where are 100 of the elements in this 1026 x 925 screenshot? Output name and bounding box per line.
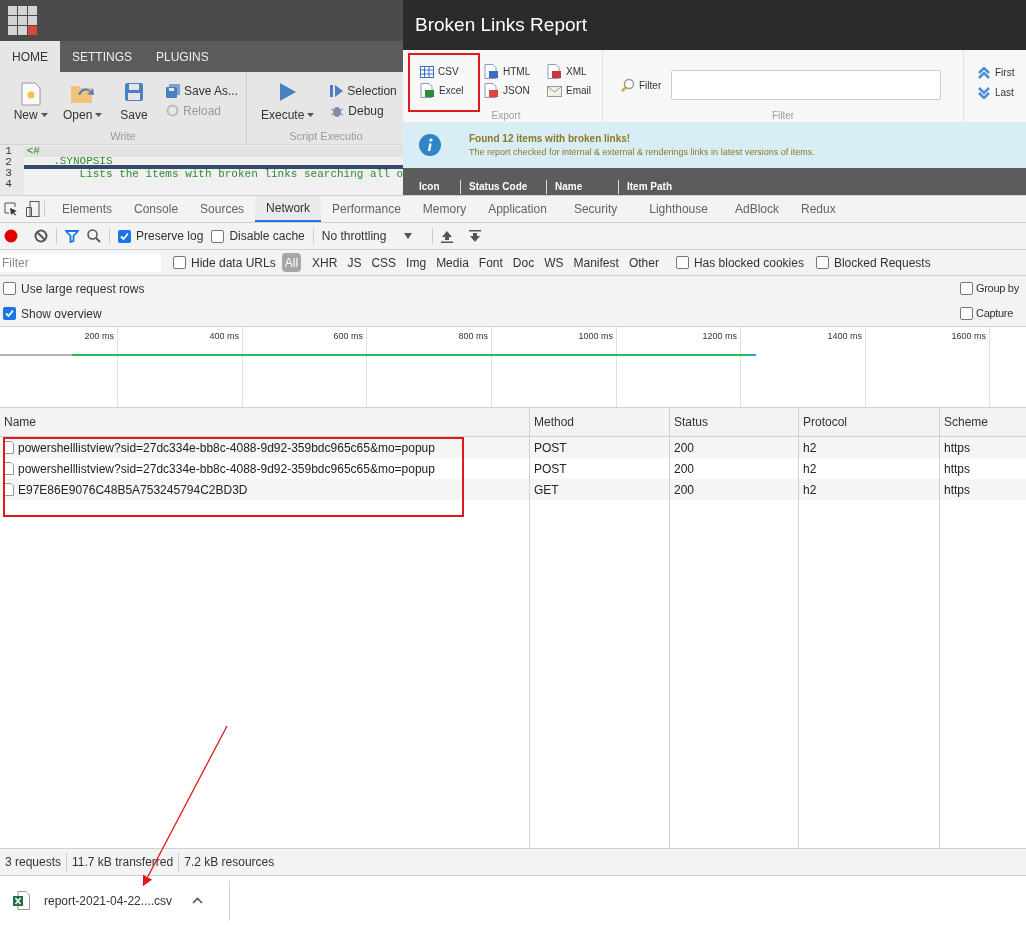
button-label: Save As... bbox=[183, 82, 238, 100]
group-label: Script Executio bbox=[288, 128, 364, 144]
export-button[interactable]: Email bbox=[547, 83, 597, 98]
ribbon-button[interactable]: Selection bbox=[330, 82, 397, 99]
throttling-dropdown[interactable]: No throttling bbox=[321, 227, 418, 245]
export-button[interactable]: Excel bbox=[420, 83, 484, 98]
column-header: Status Code bbox=[461, 180, 547, 194]
download-icon[interactable] bbox=[468, 229, 481, 243]
table-cell-text: powershelllistview?sid=27dc334e-bb8c-4088-9d92-359bdc965c65&mo=popup bbox=[18, 460, 435, 478]
upload-icon[interactable] bbox=[440, 229, 453, 243]
ribbon-button[interactable]: Save bbox=[111, 82, 156, 124]
devtools-tab[interactable]: Elements bbox=[51, 196, 124, 222]
play-icon bbox=[278, 82, 297, 102]
export-button[interactable]: HTML bbox=[484, 64, 547, 79]
type-filter-button[interactable]: Manifest bbox=[570, 253, 622, 272]
devtools-tab[interactable]: AdBlock bbox=[723, 196, 790, 222]
ribbon-tab[interactable]: HOME bbox=[0, 41, 60, 72]
filter-field[interactable] bbox=[671, 70, 942, 100]
devtools-tab[interactable]: Lighthouse bbox=[633, 196, 724, 222]
column-header[interactable]: Scheme bbox=[940, 408, 1026, 436]
ribbon-button[interactable]: New bbox=[8, 82, 54, 124]
checkbox[interactable] bbox=[960, 282, 973, 295]
column-header[interactable]: Status bbox=[670, 408, 799, 436]
ribbon-button[interactable]: Debug bbox=[330, 102, 397, 119]
button-label: Save bbox=[120, 107, 148, 124]
button-label: Reload bbox=[182, 102, 221, 120]
document-icon bbox=[484, 83, 499, 98]
devtools-tab[interactable]: Console bbox=[123, 196, 190, 222]
ribbon-button[interactable]: Open bbox=[57, 82, 108, 124]
export-button[interactable]: XML bbox=[547, 64, 597, 79]
column-header[interactable]: Protocol bbox=[799, 408, 940, 436]
ribbon-tab[interactable]: SETTINGS bbox=[60, 41, 144, 72]
checkbox[interactable] bbox=[815, 256, 829, 269]
caret-icon bbox=[40, 113, 48, 117]
checkbox[interactable] bbox=[3, 307, 16, 320]
inspect-icon[interactable] bbox=[4, 202, 18, 216]
code-line: <# bbox=[25, 146, 40, 157]
timeline-tick-label: 1600 ms bbox=[951, 330, 987, 341]
table-icon bbox=[420, 65, 434, 78]
checkbox[interactable] bbox=[960, 307, 973, 320]
checkbox[interactable] bbox=[211, 229, 225, 243]
type-filter-button[interactable]: Font bbox=[475, 253, 506, 272]
checkbox-label: Use large request rows bbox=[21, 280, 145, 298]
type-filter-button[interactable]: Doc bbox=[509, 253, 538, 272]
info-icon bbox=[419, 134, 441, 156]
type-filter-button[interactable]: XHR bbox=[309, 253, 341, 272]
type-filter-button[interactable]: Img bbox=[403, 253, 430, 272]
ribbon-tab[interactable]: PLUGINS bbox=[144, 41, 221, 72]
type-filter-button[interactable]: Media bbox=[433, 253, 472, 272]
timeline-tick-label: 200 ms bbox=[84, 330, 115, 341]
devtools-tab[interactable]: Redux bbox=[790, 196, 847, 222]
line-number: 3 bbox=[4, 168, 13, 179]
dropdown-arrow-icon bbox=[404, 233, 413, 239]
type-filter-button[interactable]: WS bbox=[541, 253, 567, 272]
caret-icon bbox=[95, 113, 103, 117]
nav-button[interactable]: Last bbox=[978, 85, 1015, 100]
checkbox[interactable] bbox=[173, 256, 186, 269]
ribbon-button[interactable]: Execute bbox=[255, 82, 321, 124]
export-button[interactable]: CSV bbox=[420, 64, 484, 79]
record-icon[interactable] bbox=[4, 229, 18, 243]
devtools-tab[interactable]: Network bbox=[255, 196, 322, 222]
export-button[interactable]: JSON bbox=[484, 83, 547, 98]
checkbox[interactable] bbox=[118, 229, 131, 243]
checkbox-label: Preserve log bbox=[136, 228, 204, 245]
type-filter-button[interactable]: JS bbox=[344, 253, 365, 272]
filter-icon[interactable] bbox=[65, 229, 79, 243]
document-icon bbox=[484, 64, 499, 79]
column-header[interactable]: Method bbox=[530, 408, 670, 436]
checkbox[interactable] bbox=[3, 282, 16, 295]
clear-icon[interactable] bbox=[34, 229, 48, 243]
devtools-tab[interactable]: Security bbox=[557, 196, 634, 222]
checkbox-label: Hide data URLs bbox=[191, 254, 276, 272]
chevron-up-icon[interactable] bbox=[192, 897, 204, 904]
save-icon bbox=[123, 82, 144, 102]
download-item[interactable]: report-2021-04-22....csv bbox=[0, 880, 230, 921]
search-icon bbox=[621, 78, 635, 92]
table-cell: h2 bbox=[799, 479, 940, 500]
column-header: Icon bbox=[411, 180, 461, 194]
timeline-tick-label: 400 ms bbox=[209, 330, 240, 341]
group-label: Filter bbox=[770, 109, 796, 123]
devtools-tab[interactable]: Sources bbox=[189, 196, 256, 222]
code-line: .SYNOPSIS bbox=[52, 155, 113, 167]
device-icon[interactable] bbox=[26, 201, 40, 217]
devtools-tab[interactable]: Application bbox=[477, 196, 558, 222]
code-line: Lists the items with broken links searching all o bbox=[78, 169, 403, 180]
play-selection-icon bbox=[330, 83, 344, 98]
search-icon[interactable] bbox=[87, 229, 101, 243]
file-name: report-2021-04-22....csv bbox=[44, 892, 173, 910]
file-icon bbox=[4, 441, 14, 454]
type-filter-button[interactable]: CSS bbox=[368, 253, 400, 272]
line-number: 2 bbox=[4, 157, 13, 168]
type-filter-button[interactable]: Other bbox=[625, 253, 662, 272]
filter-field[interactable]: Filter bbox=[0, 253, 161, 272]
devtools-tab[interactable]: Performance bbox=[321, 196, 412, 222]
column-header[interactable]: Name bbox=[0, 408, 530, 436]
ribbon-button[interactable]: Save As... bbox=[165, 82, 238, 99]
checkbox-label: Disable cache bbox=[229, 228, 305, 245]
devtools-tab[interactable]: Memory bbox=[411, 196, 478, 222]
checkbox[interactable] bbox=[675, 256, 689, 269]
nav-button[interactable]: First bbox=[978, 65, 1015, 80]
